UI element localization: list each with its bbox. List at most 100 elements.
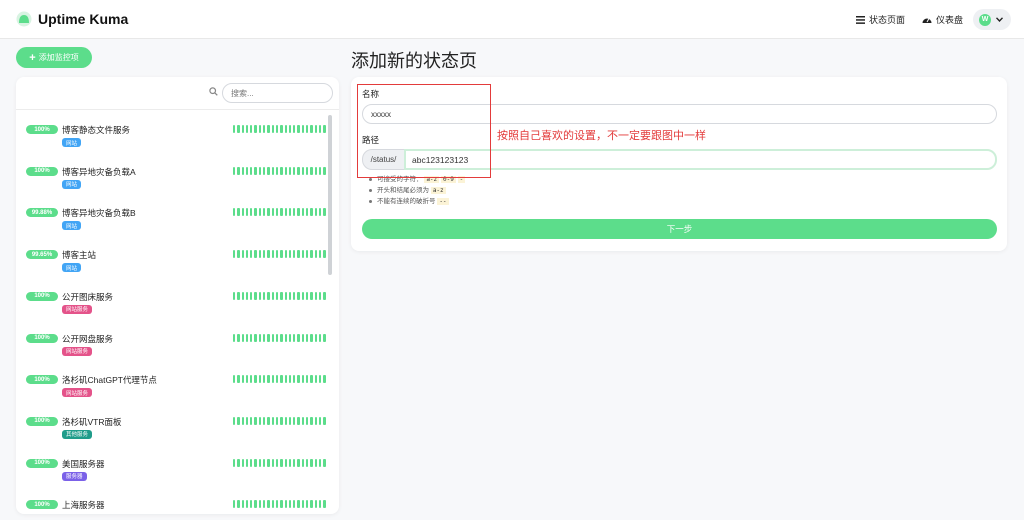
heartbeat-beat <box>233 291 236 300</box>
heartbeat-beat <box>318 458 322 467</box>
heartbeat-beat <box>318 333 322 342</box>
monitor-tag: 服务器 <box>62 471 87 481</box>
heartbeat-beat <box>275 458 279 467</box>
heartbeat-beat <box>284 333 287 342</box>
heartbeat-beat <box>314 500 317 509</box>
heartbeat-beat <box>275 291 279 300</box>
heartbeat-beat <box>245 375 249 384</box>
heartbeat-beat <box>318 250 322 259</box>
heartbeat-beat <box>267 250 270 259</box>
heartbeat-beat <box>250 416 253 425</box>
uptime-kuma-logo-icon[interactable] <box>16 11 32 27</box>
heartbeat-beat <box>271 333 274 342</box>
heartbeat-beat <box>293 458 296 467</box>
path-input[interactable]: abc123123123 <box>404 149 997 170</box>
dashboard-label: 仪表盘 <box>936 15 964 25</box>
chevron-down-icon <box>996 17 1003 22</box>
heartbeat-beat <box>280 416 283 425</box>
heartbeat-beat <box>263 166 266 175</box>
heartbeat-beat <box>297 458 300 467</box>
heartbeat-beat <box>245 208 249 217</box>
heartbeat-beat <box>297 500 300 509</box>
search-row: 搜索... <box>16 77 339 110</box>
heartbeat-beat <box>254 291 257 300</box>
heartbeat-beat <box>250 458 253 467</box>
dashboard-link[interactable]: 仪表盘 <box>922 13 963 26</box>
heartbeat-beat <box>280 291 283 300</box>
status-page-link[interactable]: 状态页面 <box>856 13 905 26</box>
monitor-list-item[interactable]: 100% 洛杉矶ChatGPT代理节点 网站服务 <box>26 374 326 404</box>
heartbeat-beat <box>310 291 313 300</box>
heartbeat-beat <box>288 291 292 300</box>
heartbeat-beat <box>323 416 326 425</box>
heartbeat-beat <box>258 416 262 425</box>
monitor-name: 公开图床服务 <box>62 291 114 302</box>
app-title[interactable]: Uptime Kuma <box>38 11 128 27</box>
heartbeat-beat <box>267 166 270 175</box>
heartbeat-beat <box>233 500 236 509</box>
heartbeat-beat <box>258 458 262 467</box>
monitor-list-item[interactable]: 99.65% 博客主站 网站 <box>26 249 326 279</box>
heartbeat-beat <box>310 166 313 175</box>
heartbeat-beat <box>258 166 262 175</box>
heartbeat-beat <box>301 500 305 509</box>
heartbeat-beat <box>301 125 305 133</box>
monitor-list-item[interactable]: 100% 公开网盘服务 网站服务 <box>26 333 326 363</box>
heartbeat-beat <box>237 458 240 467</box>
heartbeat-beat <box>275 208 279 217</box>
heartbeat-beat <box>233 166 236 175</box>
uptime-percent-badge: 100% <box>26 125 58 134</box>
monitor-list-item[interactable]: 100% 博客静态文件服务 网站 <box>26 124 326 154</box>
heartbeat-beat <box>297 125 300 133</box>
heartbeat-beat <box>323 291 326 300</box>
heartbeat-beat <box>254 333 257 342</box>
monitor-list-item[interactable]: 100% 洛杉矶VTR面板 其他服务 <box>26 416 326 446</box>
heartbeat-beat <box>250 166 253 175</box>
top-header: Uptime Kuma 状态页面 仪表盘 W <box>0 0 1024 39</box>
monitor-list-item[interactable]: 100% 公开图床服务 网站服务 <box>26 291 326 321</box>
heartbeat-beat <box>280 250 283 259</box>
page-title: 添加新的状态页 <box>351 51 477 71</box>
heartbeat-beat <box>245 125 249 133</box>
monitor-tag: 网站 <box>62 221 82 231</box>
heartbeat-beat <box>284 416 287 425</box>
heartbeat-beat <box>245 166 249 175</box>
heartbeat-beat <box>245 416 249 425</box>
monitor-list-item[interactable]: 100% 美国服务器 服务器 <box>26 458 326 488</box>
monitor-list-item[interactable]: 99.88% 博客异地灾备负载B 网站 <box>26 207 326 237</box>
heartbeat-beat <box>323 458 326 467</box>
user-menu[interactable]: W <box>973 9 1011 30</box>
heartbeat-beat <box>263 500 266 509</box>
heartbeat-beat <box>250 208 253 217</box>
monitor-list-item[interactable]: 100% 上海服务器 <box>26 499 326 514</box>
heartbeat-beat <box>306 333 309 342</box>
heartbeat-beat <box>233 125 236 133</box>
heartbeat-beat <box>245 333 249 342</box>
heartbeat-bar <box>233 166 326 175</box>
list-scrollbar[interactable] <box>328 115 332 275</box>
heartbeat-beat <box>263 375 266 384</box>
heartbeat-beat <box>241 250 244 259</box>
monitor-tag: 网站 <box>62 179 82 189</box>
heartbeat-beat <box>254 500 257 509</box>
heartbeat-beat <box>258 291 262 300</box>
uptime-percent-badge: 100% <box>26 500 58 510</box>
heartbeat-beat <box>314 333 317 342</box>
heartbeat-beat <box>241 125 244 133</box>
next-button[interactable]: 下一步 <box>362 219 997 239</box>
add-monitor-button[interactable]: + 添加监控项 <box>16 47 92 68</box>
heartbeat-beat <box>293 250 296 259</box>
search-input[interactable]: 搜索... <box>222 83 333 103</box>
heartbeat-beat <box>284 208 287 217</box>
heartbeat-beat <box>288 125 292 133</box>
heartbeat-beat <box>301 250 305 259</box>
heartbeat-beat <box>241 375 244 384</box>
monitor-name: 博客静态文件服务 <box>62 125 131 135</box>
heartbeat-beat <box>280 333 283 342</box>
heartbeat-beat <box>263 333 266 342</box>
heartbeat-beat <box>254 166 257 175</box>
heartbeat-beat <box>267 375 270 384</box>
monitor-list-item[interactable]: 100% 博客异地灾备负载A 网站 <box>26 166 326 196</box>
heartbeat-beat <box>267 458 270 467</box>
heartbeat-beat <box>301 458 305 467</box>
